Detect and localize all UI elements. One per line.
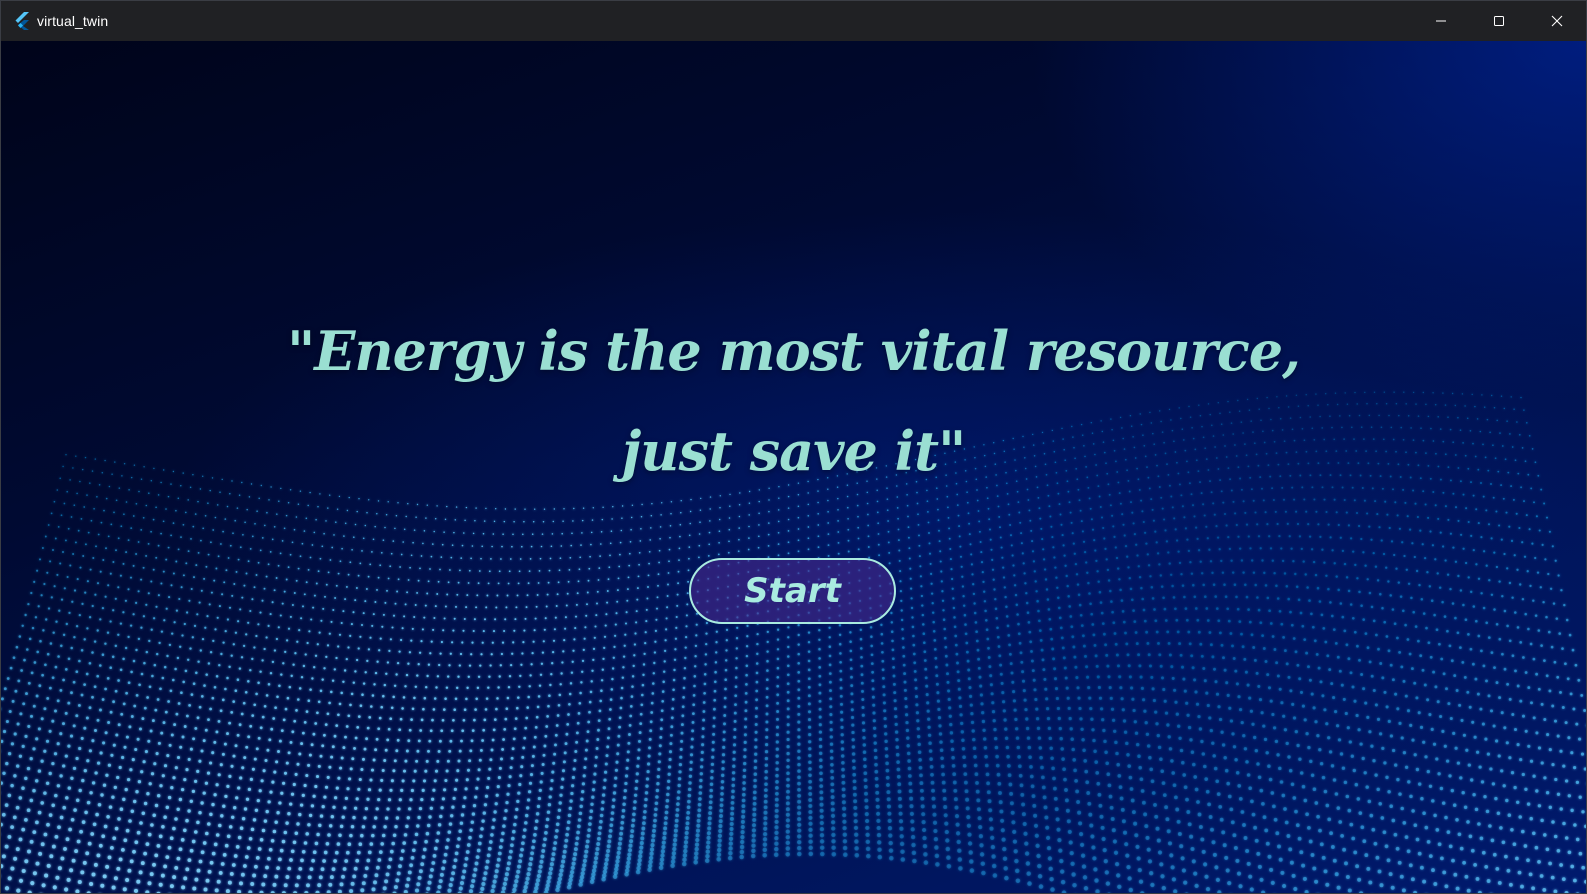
title-bar[interactable]: virtual_twin	[1, 1, 1586, 41]
quote-line-1: "Energy is the most vital resource,	[287, 319, 1301, 383]
close-icon	[1551, 12, 1563, 31]
maximize-icon	[1493, 12, 1505, 31]
close-button[interactable]	[1528, 1, 1586, 41]
flutter-logo-icon	[13, 12, 31, 30]
app-content: "Energy is the most vital resource, just…	[1, 41, 1586, 893]
minimize-icon	[1435, 12, 1447, 31]
start-button[interactable]: Start	[689, 558, 896, 624]
quote-line-2: just save it"	[621, 419, 966, 483]
maximize-button[interactable]	[1470, 1, 1528, 41]
app-window: virtual_twin "Energy is the most vital r…	[0, 0, 1587, 894]
window-title: virtual_twin	[37, 13, 109, 29]
window-controls	[1412, 1, 1586, 41]
minimize-button[interactable]	[1412, 1, 1470, 41]
